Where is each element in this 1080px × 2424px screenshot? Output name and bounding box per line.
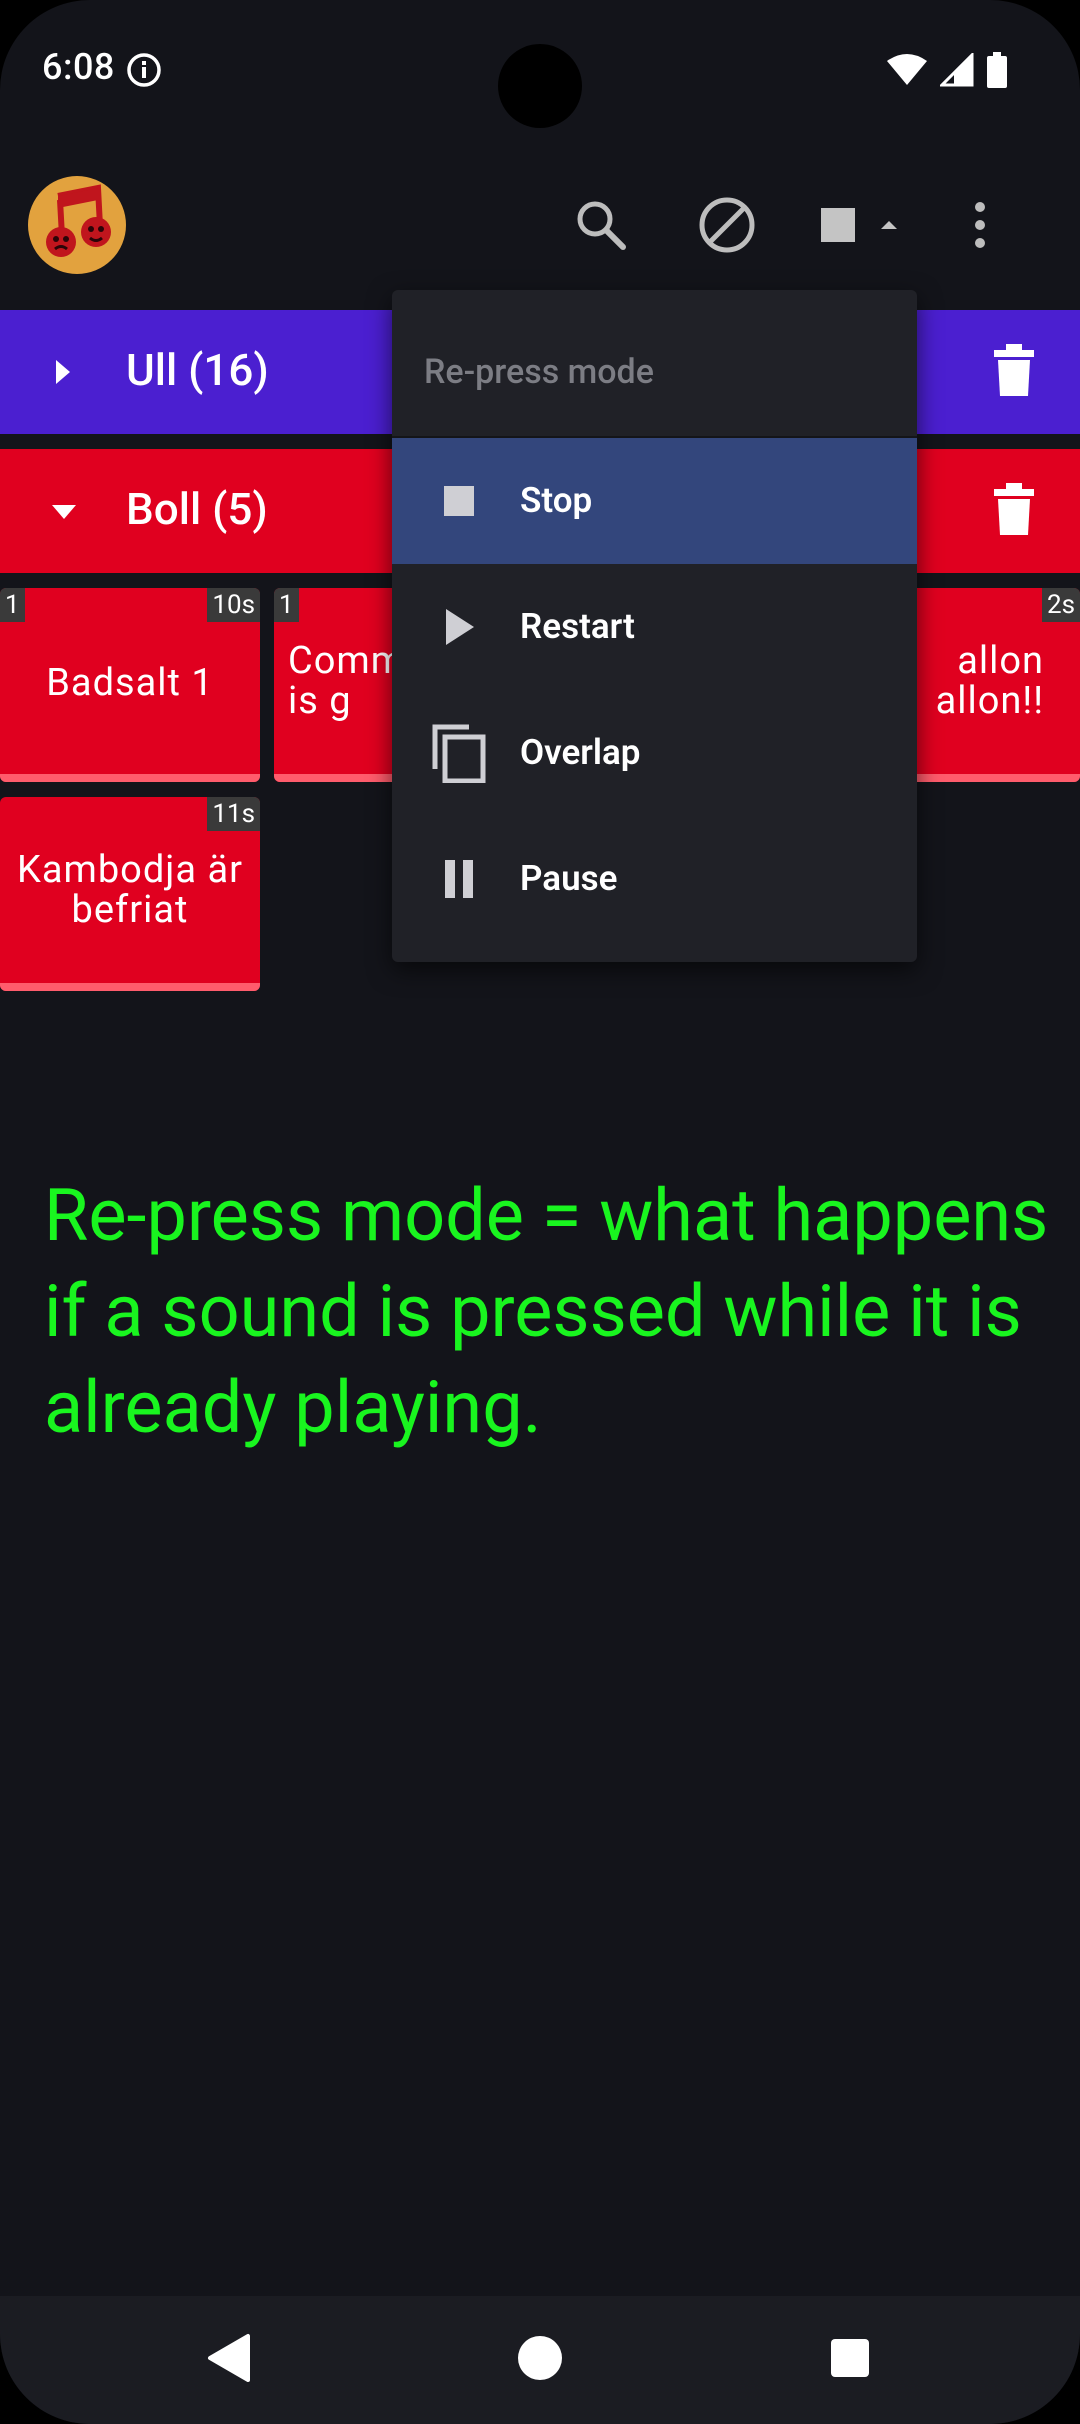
- duration-badge: 10s: [207, 588, 260, 622]
- app-toolbar: [0, 160, 1080, 290]
- menu-item-stop[interactable]: Stop: [392, 438, 917, 564]
- play-count-badge: 1: [274, 588, 299, 622]
- wifi-icon: [887, 54, 927, 85]
- sound-button-kambodja[interactable]: 11s Kambodja är befriat: [0, 797, 260, 991]
- category-title: Ull (16): [126, 344, 269, 396]
- chevron-down-icon[interactable]: [48, 489, 80, 537]
- repress-mode-menu: Re-press mode Stop Restart Overlap Pause: [392, 290, 917, 962]
- stop-square-icon[interactable]: [808, 190, 908, 260]
- battery-icon: [987, 52, 1007, 88]
- menu-item-label: Stop: [520, 480, 593, 521]
- theater-masks-music-note-icon[interactable]: [28, 176, 126, 274]
- menu-item-label: Pause: [520, 858, 618, 899]
- more-vert-icon[interactable]: [945, 190, 1015, 260]
- duration-badge: 11s: [207, 797, 260, 831]
- home-icon[interactable]: [508, 2326, 572, 2390]
- sound-label: Kambodja är befriat: [16, 848, 243, 932]
- menu-title: Re-press mode: [424, 352, 654, 392]
- recents-icon[interactable]: [818, 2326, 882, 2390]
- sound-button-badsalt[interactable]: 1 10s Badsalt 1: [0, 588, 260, 782]
- screen: 6:08 Ull (16) Boll (5) 1 10s Badsalt 1 1…: [0, 0, 1080, 2424]
- signal-icon: [940, 53, 974, 87]
- info-icon: [126, 52, 162, 92]
- back-icon[interactable]: [196, 2326, 260, 2390]
- copy-icon: [430, 724, 488, 783]
- repress-mode-hint: Re-press mode = what happens if a sound …: [44, 1173, 1049, 1450]
- menu-header: Re-press mode: [392, 290, 917, 438]
- pause-icon: [430, 850, 488, 908]
- play-count-badge: 1: [0, 588, 25, 622]
- status-time: 6:08: [42, 46, 115, 88]
- progress-bar: [0, 983, 260, 991]
- status-bar: 6:08: [0, 0, 1080, 140]
- chevron-right-icon[interactable]: [48, 350, 80, 398]
- search-icon[interactable]: [566, 190, 636, 260]
- progress-bar: [0, 774, 260, 782]
- menu-item-restart[interactable]: Restart: [392, 564, 917, 690]
- status-icons: [886, 52, 1008, 88]
- navigation-bar: [0, 2296, 1080, 2424]
- menu-item-label: Overlap: [520, 732, 641, 773]
- menu-item-overlap[interactable]: Overlap: [392, 690, 917, 816]
- block-icon[interactable]: [692, 190, 762, 260]
- sound-label: Badsalt 1: [46, 661, 214, 705]
- camera-cutout: [498, 44, 582, 128]
- menu-item-pause[interactable]: Pause: [392, 816, 917, 942]
- duration-badge: 2s: [1041, 588, 1080, 622]
- stop-icon: [430, 472, 488, 530]
- delete-icon[interactable]: [990, 483, 1038, 541]
- menu-item-label: Restart: [520, 606, 635, 647]
- play-icon: [430, 598, 488, 656]
- delete-icon[interactable]: [990, 344, 1038, 402]
- category-title: Boll (5): [126, 483, 268, 535]
